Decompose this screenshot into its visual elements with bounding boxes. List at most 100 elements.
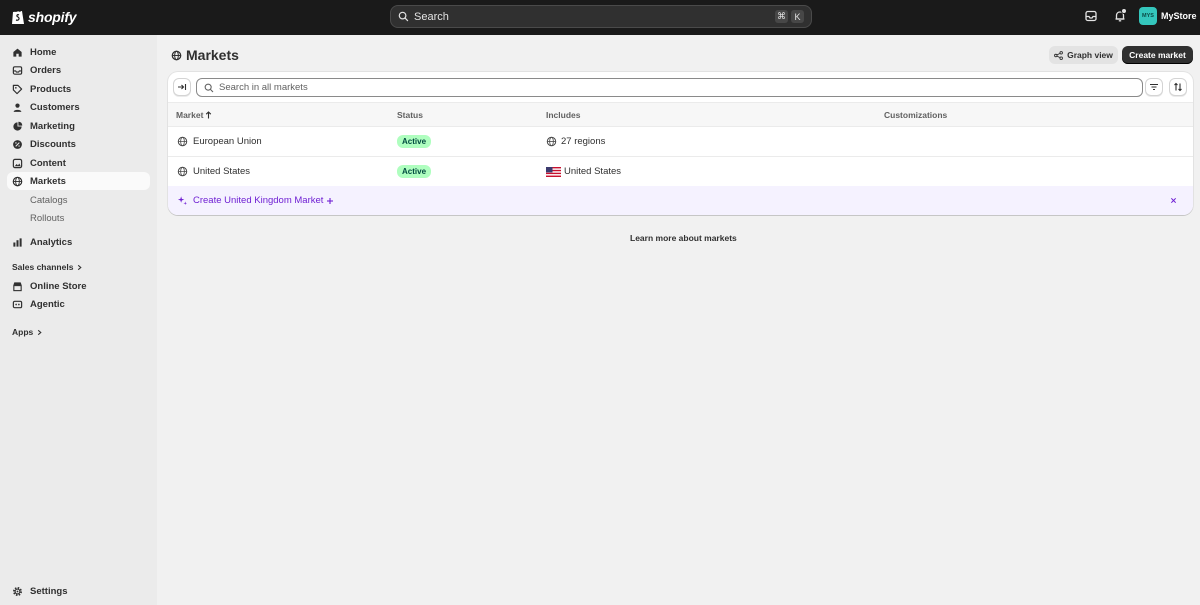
- sidebar-item-label: Settings: [30, 585, 68, 597]
- top-bar: shopify Search ⌘ K MYS MyStore: [0, 0, 1200, 35]
- learn-more-link[interactable]: Learn more about markets: [630, 233, 737, 243]
- graph-view-button[interactable]: Graph view: [1049, 46, 1118, 64]
- sidebar-item-label: Content: [30, 157, 66, 169]
- sort-arrow-up-icon: [206, 111, 212, 119]
- globe-icon: [171, 50, 182, 60]
- includes-cell: United States: [546, 157, 621, 186]
- chevron-right-icon: [78, 264, 83, 270]
- sidebar-item-home[interactable]: Home: [7, 43, 150, 61]
- shopify-logo[interactable]: shopify: [11, 8, 77, 25]
- globe-icon: [12, 176, 23, 186]
- sidebar-item-marketing[interactable]: Marketing: [7, 117, 150, 135]
- table-header: Market Status Includes Customizations: [168, 102, 1193, 127]
- filter-icon: [1150, 83, 1158, 91]
- sidebar-item-orders[interactable]: Orders: [7, 61, 150, 79]
- sidebar-item-markets[interactable]: Markets: [7, 172, 150, 190]
- store-menu[interactable]: MYS MyStore: [1139, 7, 1197, 25]
- sidebar-item-label: Home: [30, 46, 57, 58]
- products-icon: [12, 84, 23, 94]
- sales-channels-label: Sales channels: [12, 262, 74, 272]
- column-header-label: Customizations: [884, 110, 948, 120]
- agentic-icon: [12, 300, 23, 308]
- dismiss-suggestion-button[interactable]: [1168, 195, 1179, 206]
- includes-value: United States: [564, 166, 622, 177]
- store-icon: [13, 281, 22, 291]
- sidebar-item-analytics[interactable]: Analytics: [7, 233, 150, 251]
- sidebar-item-label: Agentic: [30, 298, 65, 310]
- shopify-wordmark: shopify: [28, 8, 77, 25]
- page-title-text: Markets: [186, 47, 239, 63]
- status-badge: Active: [397, 165, 432, 178]
- graph-view-label: Graph view: [1067, 50, 1113, 60]
- globe-icon: [177, 166, 188, 177]
- collapse-button[interactable]: [173, 78, 191, 96]
- column-header-includes: Includes: [546, 110, 580, 120]
- table-row[interactable]: European Union Active 27 regions: [168, 127, 1193, 157]
- orders-icon: [12, 65, 23, 75]
- home-icon: [13, 48, 22, 57]
- close-icon: [1170, 197, 1177, 204]
- market-cell: United States: [177, 157, 250, 186]
- sidebar: Home Orders Products Customers Marketing…: [0, 35, 157, 605]
- us-flag-icon: [546, 166, 561, 177]
- sidebar-item-discounts[interactable]: Discounts: [7, 135, 150, 153]
- markets-table-card: Market Status Includes Customizations Eu…: [168, 72, 1193, 215]
- add-suggestion-button[interactable]: [324, 195, 335, 206]
- column-header-label: Status: [397, 110, 423, 120]
- shopify-bag-icon: [12, 9, 24, 24]
- create-market-button[interactable]: Create market: [1122, 46, 1193, 64]
- sidebar-item-online-store[interactable]: Online Store: [7, 277, 150, 295]
- analytics-icon: [13, 237, 22, 247]
- sidebar-subitem-catalogs[interactable]: Catalogs: [30, 195, 68, 206]
- global-search[interactable]: Search ⌘ K: [390, 5, 812, 28]
- markets-search-input[interactable]: [219, 82, 1142, 93]
- arrow-right-to-line-icon: [178, 84, 187, 90]
- sales-channels-heading[interactable]: Sales channels: [12, 262, 83, 272]
- sidebar-item-agentic[interactable]: Agentic: [7, 295, 150, 313]
- market-cell: European Union: [177, 127, 262, 156]
- market-name[interactable]: European Union: [193, 136, 262, 147]
- markets-search-field[interactable]: [196, 78, 1143, 97]
- sidebar-subitem-rollouts[interactable]: Rollouts: [30, 213, 64, 224]
- sort-icon: [1174, 82, 1182, 92]
- filter-row: [168, 72, 1193, 102]
- inbox-icon[interactable]: [1084, 9, 1098, 23]
- store-avatar: MYS: [1139, 7, 1157, 25]
- search-icon: [398, 11, 409, 22]
- globe-icon: [177, 136, 188, 147]
- column-header-status: Status: [397, 110, 423, 120]
- search-icon: [204, 83, 214, 92]
- discounts-icon: [13, 139, 22, 149]
- filter-button[interactable]: [1145, 78, 1163, 96]
- gear-icon: [13, 586, 22, 596]
- sort-button[interactable]: [1169, 78, 1187, 96]
- sidebar-item-label: Analytics: [30, 236, 73, 248]
- marketing-icon: [13, 121, 23, 131]
- table-row[interactable]: United States Active United States: [168, 157, 1193, 187]
- sidebar-item-customers[interactable]: Customers: [7, 98, 150, 116]
- customers-icon: [13, 103, 22, 112]
- plus-icon: [326, 197, 333, 204]
- includes-value: 27 regions: [561, 136, 606, 147]
- column-header-market[interactable]: Market: [176, 110, 212, 120]
- sidebar-item-label: Orders: [30, 64, 62, 76]
- shortcut-cmd: ⌘: [775, 10, 788, 23]
- apps-heading[interactable]: Apps: [12, 327, 43, 337]
- status-cell: Active: [397, 157, 432, 186]
- store-name: MyStore: [1161, 11, 1197, 21]
- sidebar-item-products[interactable]: Products: [7, 80, 150, 98]
- sidebar-item-label: Marketing: [30, 120, 75, 132]
- market-name[interactable]: United States: [193, 166, 250, 177]
- includes-cell: 27 regions: [546, 127, 605, 156]
- sidebar-item-settings[interactable]: Settings: [7, 582, 150, 600]
- sidebar-item-label: Markets: [30, 175, 66, 187]
- notification-dot: [1121, 8, 1127, 14]
- sparkle-icon: [177, 196, 188, 206]
- status-cell: Active: [397, 127, 432, 156]
- sidebar-item-content[interactable]: Content: [7, 154, 150, 172]
- create-uk-market-link[interactable]: Create United Kingdom Market: [193, 195, 323, 206]
- page-title: Markets: [171, 47, 239, 63]
- global-search-placeholder: Search: [414, 10, 449, 23]
- globe-icon: [546, 136, 557, 147]
- column-header-label: Market: [176, 110, 204, 120]
